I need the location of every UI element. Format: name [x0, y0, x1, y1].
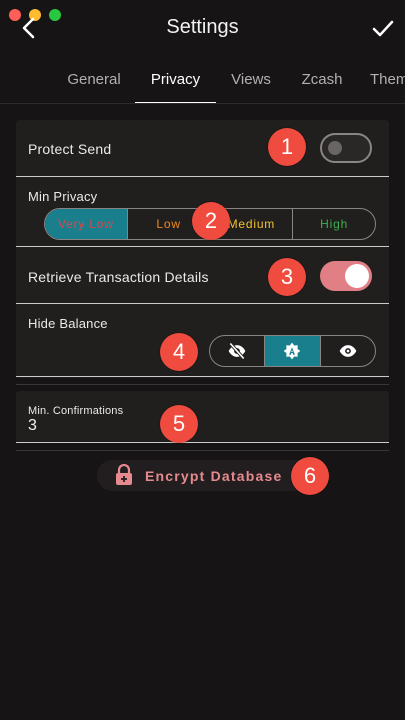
hide-balance-label: Hide Balance [28, 316, 108, 331]
annotation-badge-3: 3 [268, 258, 306, 296]
encrypt-database-label: Encrypt Database [145, 468, 283, 484]
retrieve-tx-label: Retrieve Transaction Details [28, 269, 209, 285]
hide-balance-selector [209, 335, 376, 367]
tab-views[interactable]: Views [226, 60, 276, 103]
save-button[interactable] [371, 16, 395, 40]
encrypt-database-button[interactable]: Encrypt Database [97, 460, 313, 491]
annotation-badge-5: 5 [160, 405, 198, 443]
title-bar: Settings [0, 0, 405, 56]
min-confirmations-label: Min. Confirmations [28, 405, 124, 417]
divider [16, 176, 389, 177]
page-title: Settings [166, 16, 239, 38]
lock-icon [116, 464, 132, 485]
privacy-settings-card: Protect Send Min Privacy Very Low Low Me… [16, 120, 389, 378]
annotation-badge-6: 6 [291, 457, 329, 495]
min-privacy-high[interactable]: High [292, 209, 375, 239]
toggle-knob [328, 141, 342, 155]
check-icon [372, 20, 394, 37]
toggle-knob [345, 264, 369, 288]
retrieve-tx-toggle[interactable] [320, 261, 372, 291]
min-privacy-label: Min Privacy [28, 189, 98, 204]
divider [16, 376, 389, 377]
eye-icon [339, 345, 357, 357]
divider [16, 246, 389, 247]
hide-balance-auto-option[interactable] [264, 336, 320, 366]
tab-general[interactable]: General [64, 60, 124, 103]
tab-themes[interactable]: Them [370, 60, 405, 103]
hide-balance-hide-option[interactable] [210, 336, 264, 366]
min-privacy-very-low[interactable]: Very Low [45, 209, 127, 239]
min-confirmations-field[interactable]: Min. Confirmations 3 [16, 391, 389, 443]
retrieve-tx-row: Retrieve Transaction Details [16, 247, 389, 303]
hide-balance-show-option[interactable] [319, 336, 375, 366]
auto-icon [284, 342, 301, 360]
protect-send-label: Protect Send [28, 141, 112, 157]
protect-send-toggle[interactable] [320, 133, 372, 163]
annotation-badge-2: 2 [192, 202, 230, 240]
divider [16, 384, 389, 385]
annotation-badge-4: 4 [160, 333, 198, 371]
divider [16, 442, 389, 443]
annotation-badge-1: 1 [268, 128, 306, 166]
min-confirmations-value: 3 [28, 417, 37, 434]
hide-balance-row: Hide Balance [16, 304, 389, 376]
divider [16, 450, 389, 451]
protect-send-row: Protect Send [16, 120, 389, 176]
tab-privacy[interactable]: Privacy [135, 60, 216, 103]
divider [16, 303, 389, 304]
eye-off-icon [228, 342, 246, 360]
tab-bar: General Privacy Views Zcash Them [0, 60, 405, 104]
tab-zcash[interactable]: Zcash [296, 60, 348, 103]
